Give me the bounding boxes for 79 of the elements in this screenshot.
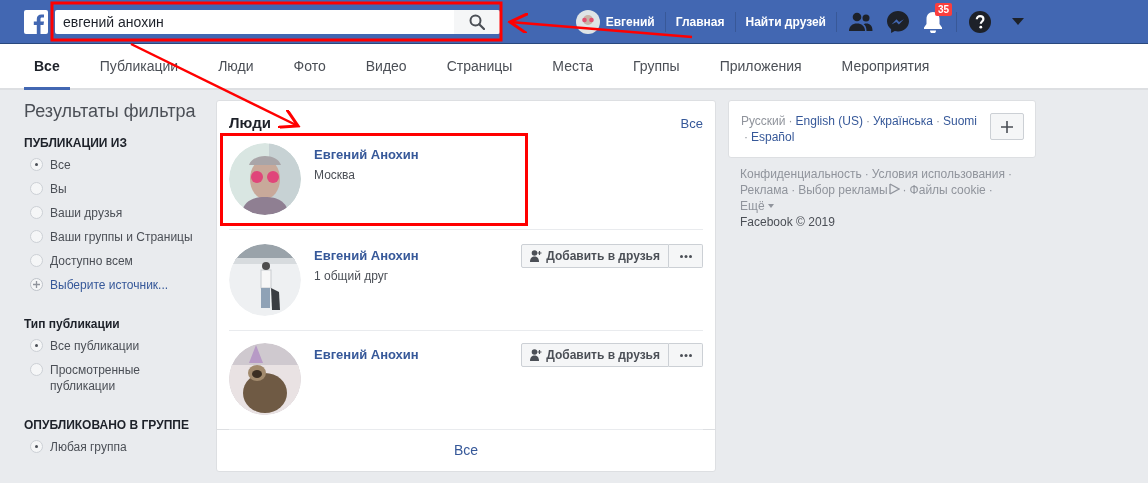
tab[interactable]: Люди [208, 44, 264, 90]
caret-icon [767, 204, 774, 208]
tab[interactable]: Группы [623, 44, 690, 90]
ad-choices-icon [888, 183, 900, 195]
profile-link[interactable]: Евгений [575, 9, 665, 34]
plus-circle-icon [30, 278, 43, 291]
option-label: Все публикации [50, 338, 141, 354]
person-name[interactable]: Евгений Анохин [314, 248, 522, 263]
separator-dot: · [865, 113, 870, 129]
see-all-link[interactable]: Все [453, 442, 479, 458]
add-friend-button[interactable]: Добавить в друзья [521, 244, 669, 268]
separator-dot: · [788, 113, 793, 129]
notification-badge: 35 [935, 2, 953, 16]
more-icon [679, 254, 692, 258]
add-person-icon [530, 349, 543, 361]
option-label: Любая группа [50, 439, 128, 455]
option-label: Просмотренные публикации [50, 362, 142, 394]
help-icon[interactable] [969, 10, 991, 33]
language-link[interactable]: Suomi [943, 113, 977, 129]
avatar-icon [575, 9, 600, 34]
option-label: Ваши группы и Страницы [50, 229, 194, 245]
sidebar-title: Результаты фильтра [24, 101, 197, 122]
option-label: Вы [50, 181, 68, 197]
separator-dot: · [744, 129, 748, 145]
radio-button[interactable] [30, 182, 43, 195]
section-heading: ПУБЛИКАЦИИ ИЗ [24, 136, 128, 150]
messenger-icon[interactable] [887, 10, 909, 33]
add-person-icon [530, 250, 543, 262]
person-name[interactable]: Евгений Анохин [314, 347, 522, 362]
tab[interactable]: Все [24, 44, 70, 90]
person-detail: 1 общий друг [314, 269, 390, 283]
radio-button[interactable] [30, 440, 43, 453]
person-name[interactable]: Евгений Анохин [314, 147, 703, 162]
section-heading: ОПУБЛИКОВАНО В ГРУППЕ [24, 418, 190, 432]
add-friend-button[interactable]: Добавить в друзья [521, 343, 669, 367]
separator-dot: · [936, 113, 940, 129]
separator-dot: · [1007, 167, 1012, 181]
tab[interactable]: Фото [283, 44, 336, 90]
nav-link[interactable]: Главная [665, 14, 735, 29]
dropdown-caret-icon[interactable] [1012, 18, 1024, 25]
logo-icon[interactable] [24, 9, 48, 34]
separator-dot: · [864, 167, 869, 181]
nav-link[interactable]: Найти друзей [735, 14, 836, 29]
option-label: Ваши друзья [50, 205, 124, 221]
more-button[interactable] [669, 343, 703, 367]
tab[interactable]: Места [542, 44, 603, 90]
separator-dot: · [791, 183, 796, 197]
search-button[interactable] [454, 9, 500, 34]
radio-button[interactable] [30, 158, 43, 171]
see-all-link[interactable]: Все [680, 116, 703, 131]
copyright-text: Facebook © 2019 [739, 214, 836, 230]
tab[interactable]: Публикации [89, 44, 189, 90]
tab[interactable]: Страницы [436, 44, 523, 90]
radio-button[interactable] [30, 230, 43, 243]
radio-button[interactable] [30, 339, 43, 352]
radio-button[interactable] [30, 363, 43, 376]
tab[interactable]: Приложения [709, 44, 812, 90]
more-languages-button[interactable] [990, 113, 1024, 140]
search-icon [469, 13, 485, 30]
language-link[interactable]: Українська [872, 113, 933, 129]
section-heading: Тип публикации [24, 317, 121, 331]
language-link[interactable]: Español [751, 129, 795, 145]
person-detail: Москва [314, 168, 356, 182]
tab[interactable]: Мероприятия [831, 44, 940, 90]
friends-icon[interactable] [849, 11, 873, 32]
radio-button[interactable] [30, 206, 43, 219]
language-link[interactable]: English (US) [795, 113, 863, 129]
tab[interactable]: Видео [355, 44, 417, 90]
section-title: Люди [229, 114, 271, 131]
source-link[interactable]: Выберите источник... [50, 277, 169, 293]
more-icon [679, 353, 692, 357]
option-label: Все [50, 157, 72, 173]
option-label: Доступно всем [50, 253, 134, 269]
radio-button[interactable] [30, 254, 43, 267]
more-button[interactable] [669, 244, 703, 268]
separator-dot: · [902, 183, 907, 197]
plus-icon [1001, 120, 1013, 133]
search-field[interactable]: евгений анохин [55, 9, 454, 34]
separator-dot: · [988, 183, 993, 197]
